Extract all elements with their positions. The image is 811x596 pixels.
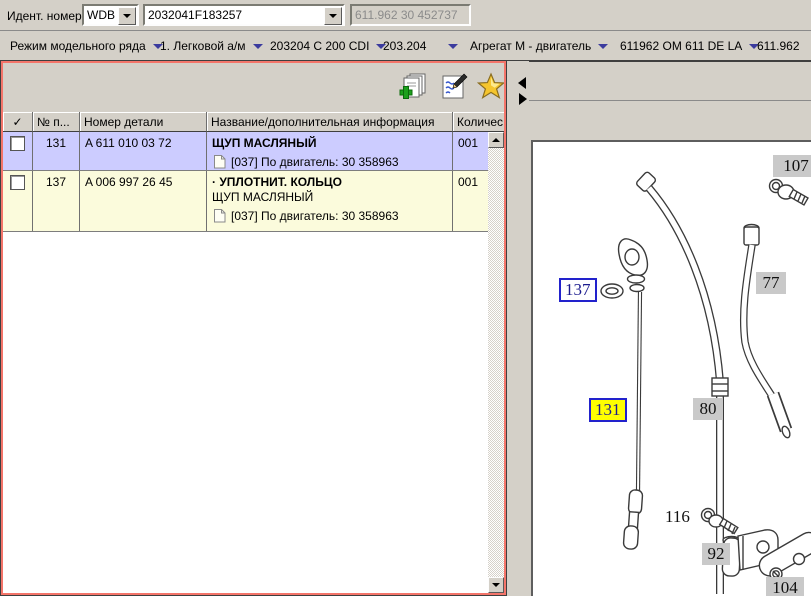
table-row[interactable]: 131 A 611 010 03 72 ЩУП МАСЛЯНЫЙ [037] П… — [3, 132, 488, 171]
chevron-down-icon — [253, 44, 263, 49]
id-type-value: WDB — [87, 8, 115, 22]
part-name-secondary: ЩУП МАСЛЯНЫЙ — [207, 189, 452, 204]
vin-value: 2032041F183257 — [148, 8, 242, 22]
cell-name: · УПЛОТНИТ. КОЛЬЦО ЩУП МАСЛЯНЫЙ [037] По… — [207, 171, 453, 231]
callout-107[interactable]: 107 — [773, 155, 811, 177]
arrow-up-icon — [492, 138, 500, 142]
menu-model-range[interactable]: Режим модельного ряда — [10, 39, 163, 53]
footnote[interactable]: [037] По двигатель: 30 358963 — [213, 209, 452, 223]
menu-vehicle-type[interactable]: 1. Легковой а/м — [160, 39, 263, 53]
part-name: ЩУП МАСЛЯНЫЙ — [207, 132, 452, 150]
collapse-left-icon[interactable] — [518, 77, 526, 89]
diagram-viewport[interactable]: 107 137 77 131 80 116 92 104 — [531, 140, 811, 596]
header-qty[interactable]: Количес — [453, 112, 504, 132]
chevron-down-icon — [329, 14, 337, 18]
vin-dropdown-button[interactable] — [324, 7, 342, 25]
cell-name: ЩУП МАСЛЯНЫЙ [037] По двигатель: 30 3589… — [207, 132, 453, 170]
cell-part-number: A 611 010 03 72 — [80, 132, 207, 170]
ident-bar: Идент. номер WDB 2032041F183257 611.962 … — [0, 0, 811, 30]
vin-combo[interactable]: 2032041F183257 — [143, 4, 345, 26]
panel-splitter[interactable] — [507, 60, 529, 596]
header-check[interactable]: ✓ — [3, 112, 33, 132]
row-checkbox[interactable] — [10, 175, 25, 190]
edit-notes-icon[interactable] — [440, 72, 468, 102]
table-row[interactable]: 137 A 006 997 26 45 · УПЛОТНИТ. КОЛЬЦО Щ… — [3, 171, 488, 232]
row-checkbox[interactable] — [10, 136, 25, 151]
callout-116[interactable]: 116 — [665, 507, 690, 527]
part-name: · УПЛОТНИТ. КОЛЬЦО — [207, 171, 452, 189]
epc-window: Идент. номер WDB 2032041F183257 611.962 … — [0, 0, 811, 596]
collapse-right-icon[interactable] — [519, 93, 527, 105]
scroll-up-button[interactable] — [488, 132, 504, 148]
id-type-dropdown-button[interactable] — [118, 7, 136, 25]
cell-pos: 137 — [33, 171, 80, 231]
callout-131[interactable]: 131 — [589, 398, 627, 422]
menu-aggregate[interactable]: Агрегат М - двигатель — [470, 39, 608, 53]
menu-model-code[interactable]: 203.204 — [383, 39, 458, 53]
engine-number-field: 611.962 30 452737 — [350, 4, 471, 26]
id-type-combo[interactable]: WDB — [82, 4, 139, 26]
cell-pos: 131 — [33, 132, 80, 170]
cell-qty: 001 — [453, 132, 488, 170]
note-page-icon — [213, 155, 226, 169]
footnote-text: [037] По двигатель: 30 358963 — [231, 155, 399, 169]
toolbar-divider — [529, 100, 811, 101]
arrow-down-icon — [492, 583, 500, 587]
header-pos[interactable]: № п... — [33, 112, 80, 132]
parts-diagram-drawing — [535, 142, 811, 596]
cell-part-number: A 006 997 26 45 — [80, 171, 207, 231]
ident-label: Идент. номер — [7, 9, 82, 23]
chevron-down-icon — [598, 44, 608, 49]
header-name[interactable]: Название/дополнительная информация — [207, 112, 453, 132]
note-page-icon — [213, 209, 226, 223]
callout-80[interactable]: 80 — [693, 398, 723, 420]
callout-137[interactable]: 137 — [559, 278, 597, 302]
callout-77[interactable]: 77 — [756, 272, 786, 294]
footnote[interactable]: [037] По двигатель: 30 358963 — [213, 155, 452, 169]
active-panel-border: ✓ № п... Номер детали Название/дополните… — [1, 61, 506, 595]
navigation-bar: Режим модельного ряда 1. Легковой а/м 20… — [0, 30, 811, 61]
chevron-down-icon — [448, 44, 458, 49]
menu-engine-code: 611.962 — [757, 39, 800, 53]
vertical-scrollbar[interactable] — [488, 132, 504, 593]
parts-toolbar — [3, 63, 504, 112]
chevron-down-icon — [123, 14, 131, 18]
add-document-icon[interactable] — [399, 72, 427, 102]
menu-engine[interactable]: 611962 OM 611 DE LA — [620, 39, 759, 53]
callout-104[interactable]: 104 — [766, 577, 804, 596]
parts-table-header: ✓ № п... Номер детали Название/дополните… — [3, 112, 504, 132]
favorites-star-icon[interactable] — [477, 72, 504, 102]
footnote-text: [037] По двигатель: 30 358963 — [231, 209, 399, 223]
menu-model[interactable]: 203204 C 200 CDI — [270, 39, 386, 53]
scroll-down-button[interactable] — [488, 577, 504, 593]
callout-92[interactable]: 92 — [702, 543, 730, 565]
parts-list-panel: ✓ № п... Номер детали Название/дополните… — [0, 60, 507, 596]
header-part-number[interactable]: Номер детали — [80, 112, 207, 132]
cell-qty: 001 — [453, 171, 488, 231]
